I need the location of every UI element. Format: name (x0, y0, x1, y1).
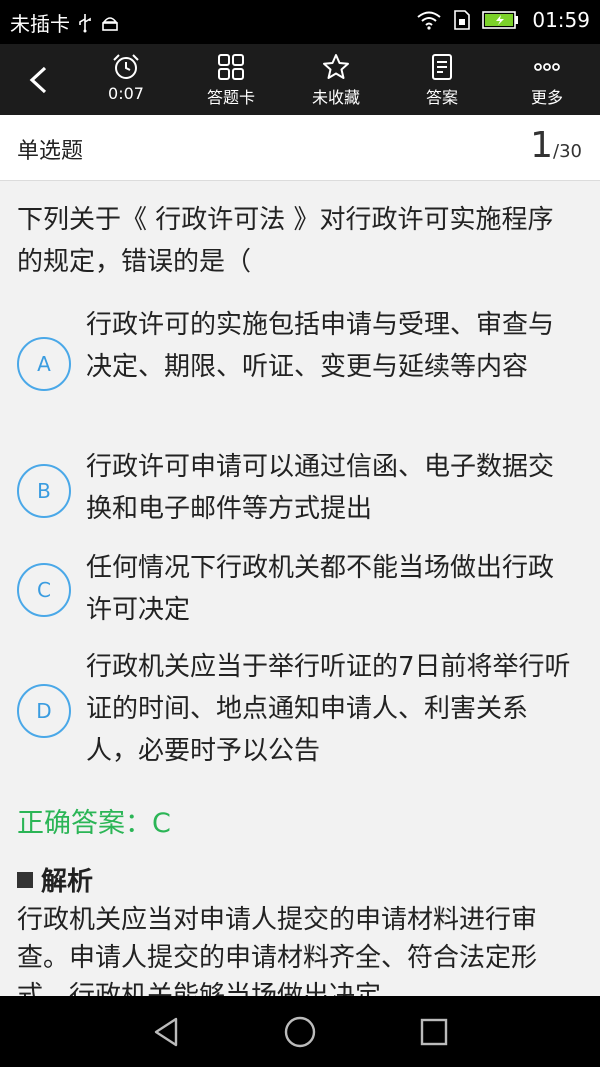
more-dots-icon (534, 63, 560, 71)
option-b-letter: B (17, 464, 71, 518)
timer-button[interactable]: 0:07 (81, 52, 171, 110)
option-d-letter: D (17, 684, 71, 738)
question-progress: 1/30 (530, 125, 582, 166)
answer-sheet-label: 答题卡 (206, 88, 255, 107)
option-a-text: 行政许可的实施包括申请与受理、审查与决定、期限、听证、变更与延续等内容 (86, 310, 555, 382)
favorite-button[interactable]: 未收藏 (291, 52, 381, 110)
triangle-back-icon (154, 1017, 178, 1047)
answer-label: 答案 (425, 88, 458, 107)
option-b[interactable]: B 行政许可申请可以通过信函、电子数据交换和电子邮件等方式提出 (0, 446, 600, 536)
top-toolbar: 0:07 答题卡 未收藏 答案 更多 (0, 44, 600, 115)
clock-text: 01:59 (532, 8, 590, 32)
back-button[interactable] (18, 60, 58, 100)
nav-recents-button[interactable] (416, 1014, 452, 1050)
option-a[interactable]: A 行政许可的实施包括申请与受理、审查与决定、期限、听证、变更与延续等内容 (0, 301, 600, 431)
more-button[interactable]: 更多 (502, 52, 592, 110)
question-header: 单选题 1/30 (0, 115, 600, 181)
analysis-title: 解析 (41, 867, 94, 897)
option-d-text: 行政机关应当于举行听证的7日前将举行听证的时间、地点通知申请人、利害关系人，必要… (86, 652, 571, 766)
carrier-text: 未插卡 (10, 12, 70, 36)
option-c[interactable]: C 任何情况下行政机关都不能当场做出行政许可决定 (0, 547, 600, 637)
sim-icon (454, 10, 471, 30)
correct-answer: 正确答案：C (17, 808, 171, 839)
more-label: 更多 (530, 88, 563, 107)
wifi-icon (416, 10, 442, 30)
question-content: 下列关于《 行政许可法 》对行政许可实施程序的规定，错误的是（ A 行政许可的实… (0, 181, 600, 996)
alarm-clock-icon (113, 54, 139, 79)
question-type: 单选题 (17, 139, 84, 164)
square-bullet-icon (17, 871, 33, 888)
question-text: 下列关于《 行政许可法 》对行政许可实施程序的规定，错误的是（ (17, 205, 554, 277)
timer-label: 0:07 (108, 84, 144, 103)
answer-sheet-button[interactable]: 答题卡 (186, 52, 276, 110)
square-recents-icon (420, 1018, 448, 1046)
nav-back-button[interactable] (148, 1014, 184, 1050)
option-c-text: 任何情况下行政机关都不能当场做出行政许可决定 (86, 553, 555, 625)
option-a-letter: A (17, 337, 71, 391)
usb-icon (78, 13, 92, 33)
status-bar: 未插卡 01:59 (0, 0, 600, 44)
android-icon (100, 13, 120, 33)
favorite-label: 未收藏 (311, 88, 360, 107)
analysis-text: 行政机关应当对申请人提交的申请材料进行审查。申请人提交的申请材料齐全、符合法定形… (17, 905, 538, 996)
grid-icon (218, 54, 244, 80)
navigation-bar (0, 996, 600, 1067)
current-question-number: 1 (530, 125, 554, 166)
chevron-left-icon (29, 66, 47, 94)
nav-home-button[interactable] (282, 1014, 318, 1050)
star-icon (323, 54, 349, 79)
answer-button[interactable]: 答案 (397, 52, 487, 110)
option-d[interactable]: D 行政机关应当于举行听证的7日前将举行听证的时间、地点通知申请人、利害关系人，… (0, 646, 600, 776)
document-icon (432, 54, 452, 80)
circle-home-icon (284, 1016, 316, 1048)
battery-charging-icon (482, 10, 520, 30)
option-b-text: 行政许可申请可以通过信函、电子数据交换和电子邮件等方式提出 (86, 452, 555, 524)
analysis-heading: 解析 (17, 861, 93, 898)
total-questions: /30 (553, 141, 582, 162)
option-c-letter: C (17, 563, 71, 617)
